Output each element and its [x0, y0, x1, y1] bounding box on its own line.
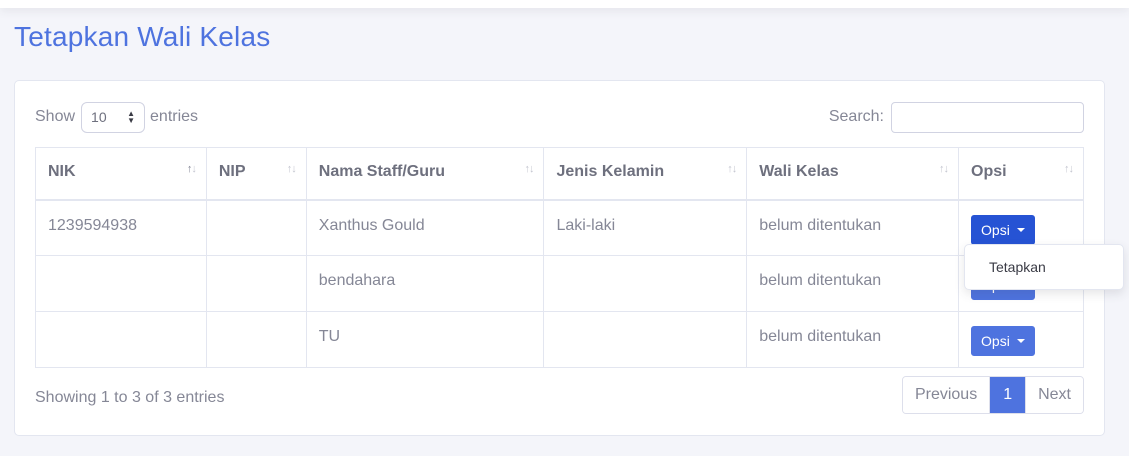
column-header-nip[interactable]: NIP ↑↓ — [205, 147, 307, 201]
entries-select-value: 10 — [91, 109, 107, 125]
cell-jenis-kelamin — [543, 311, 748, 368]
table-row: TU belum ditentukan Opsi — [35, 311, 1084, 368]
cell-nama: Xanthus Gould — [305, 199, 545, 256]
caret-down-icon — [1016, 227, 1025, 232]
cell-nik — [35, 311, 207, 368]
table-card: Show 10 ▲ ▼ entries Search: NIK ↑↓ NIP ↑↓ N… — [14, 80, 1105, 436]
search-control: Search: — [829, 101, 1084, 133]
length-control: Show 10 ▲ ▼ entries — [35, 101, 198, 133]
cell-wali-kelas: belum ditentukan — [746, 199, 960, 256]
cell-nik: 1239594938 — [35, 199, 207, 256]
table-info: Showing 1 to 3 of 3 entries — [35, 389, 225, 406]
topbar — [0, 0, 1129, 8]
column-header-nama[interactable]: Nama Staff/Guru ↑↓ — [305, 147, 545, 201]
sort-icon: ↑↓ — [524, 163, 534, 175]
cell-jenis-kelamin: Laki-laki — [543, 199, 748, 256]
sort-icon: ↑↓ — [939, 163, 949, 175]
cell-wali-kelas: belum ditentukan — [746, 255, 960, 312]
dropdown-item-tetapkan[interactable]: Tetapkan — [989, 259, 1046, 275]
cell-jenis-kelamin — [543, 255, 748, 312]
sort-icon: ↑↓ — [286, 163, 297, 175]
staff-table: NIK ↑↓ NIP ↑↓ Nama Staff/Guru ↑↓ Jenis Kela… — [35, 147, 1084, 368]
select-arrows-icon: ▲ ▼ — [127, 109, 136, 125]
cell-nik — [35, 255, 207, 312]
cell-nip — [205, 311, 307, 368]
column-header-opsi[interactable]: Opsi ↑↓ — [958, 147, 1084, 201]
opsi-dropdown-button[interactable]: Opsi — [971, 214, 1035, 245]
next-page-button[interactable]: Next — [1025, 377, 1083, 413]
table-header-row: NIK ↑↓ NIP ↑↓ Nama Staff/Guru ↑↓ Jenis Kela… — [35, 147, 1084, 201]
cell-nama: bendahara — [305, 255, 545, 312]
previous-page-button[interactable]: Previous — [902, 377, 990, 413]
sort-asc-icon: ↑↓ — [186, 163, 197, 175]
column-header-jenis-kelamin[interactable]: Jenis Kelamin ↑↓ — [543, 147, 748, 201]
search-label: Search: — [828, 108, 884, 125]
search-input[interactable] — [891, 101, 1084, 133]
pagination: Previous 1 Next — [901, 376, 1084, 414]
entries-select[interactable]: 10 ▲ ▼ — [81, 101, 146, 133]
caret-down-icon — [1016, 339, 1025, 343]
cell-nama: TU — [305, 311, 545, 368]
cell-opsi: Opsi — [958, 311, 1084, 368]
show-label: Show — [35, 108, 76, 125]
sort-icon: ↑↓ — [1064, 163, 1074, 175]
cell-wali-kelas: belum ditentukan — [746, 311, 960, 368]
cell-nip — [205, 199, 307, 256]
page-title: Tetapkan Wali Kelas — [14, 21, 271, 52]
page-1-button[interactable]: 1 — [989, 377, 1026, 413]
column-header-wali-kelas[interactable]: Wali Kelas ↑↓ — [746, 147, 960, 201]
entries-label: entries — [150, 108, 199, 125]
column-header-nik[interactable]: NIK ↑↓ — [35, 147, 207, 201]
opsi-dropdown-menu: Tetapkan — [964, 244, 1124, 290]
table-row: bendahara belum ditentukan Opsi — [35, 255, 1084, 312]
opsi-dropdown-button[interactable]: Opsi — [971, 326, 1035, 356]
sort-icon: ↑↓ — [727, 163, 737, 175]
cell-nip — [205, 255, 307, 312]
table-row: 1239594938 Xanthus Gould Laki-laki belum… — [35, 199, 1084, 256]
